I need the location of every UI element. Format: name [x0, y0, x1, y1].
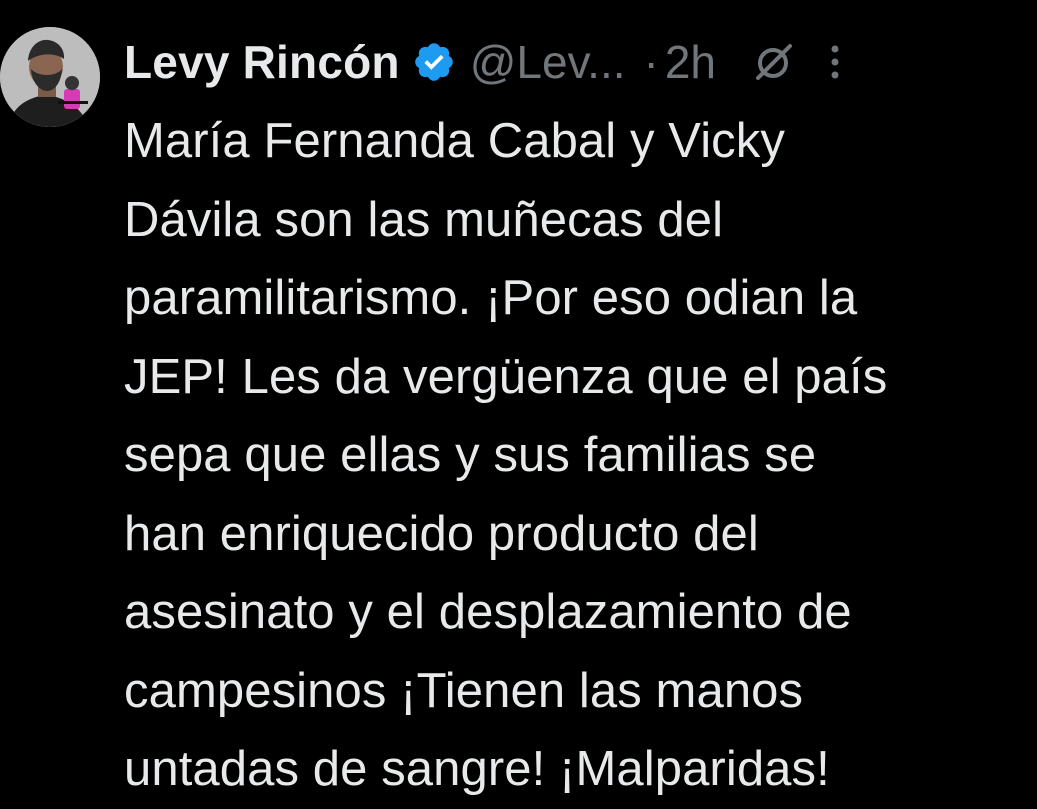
- tweet-text: María Fernanda Cabal y Vicky Dávila son …: [124, 114, 888, 796]
- tweet: Levy Rincón @Lev... · 2h María Fernanda …: [0, 0, 1037, 800]
- verified-badge-icon: [412, 40, 456, 84]
- author-handle[interactable]: @Lev...: [470, 35, 626, 89]
- more-options-icon[interactable]: [828, 42, 842, 82]
- tweet-timestamp[interactable]: 2h: [665, 35, 716, 89]
- grok-icon[interactable]: [752, 40, 796, 84]
- tweet-header: Levy Rincón @Lev... · 2h: [124, 30, 1024, 94]
- author-display-name[interactable]: Levy Rincón: [124, 35, 400, 89]
- avatar-image: [0, 27, 100, 127]
- avatar[interactable]: [0, 27, 100, 127]
- header-separator: ·: [643, 36, 659, 88]
